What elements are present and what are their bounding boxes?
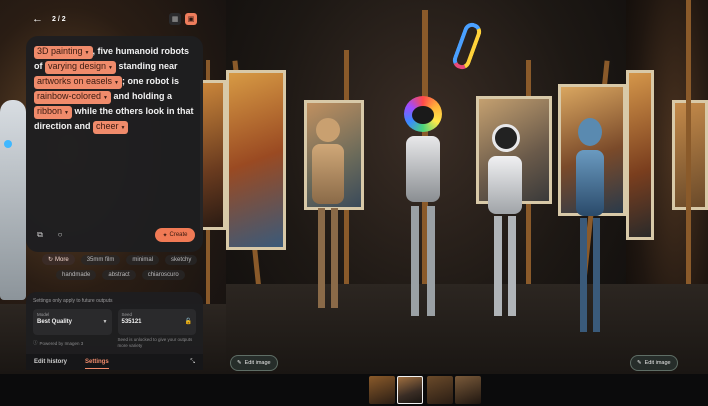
info-icon: ⓘ <box>33 340 38 345</box>
thumbnail[interactable] <box>455 376 481 404</box>
create-button[interactable]: ✦ Create <box>155 228 195 242</box>
prompt-text[interactable]: 3D painting ▼, five humanoid robots of va… <box>34 44 195 134</box>
powered-by: ⓘ Powered by Imagen 3 <box>33 340 84 346</box>
edit-icon: ✎ <box>237 360 242 366</box>
image-counter: 2 / 2 <box>52 15 66 23</box>
style-chip[interactable]: 35mm film <box>80 254 121 265</box>
next-image[interactable]: ✎ Edit image <box>626 0 708 374</box>
more-styles-button[interactable]: ↻ More <box>42 254 75 265</box>
chevron-down-icon: ▼ <box>84 50 90 56</box>
robot-rainbow <box>398 96 448 322</box>
copy-icon[interactable]: ⧉ <box>35 230 45 240</box>
seed-field[interactable]: Seed 535121 🔓 <box>117 309 196 335</box>
edit-image-button-next[interactable]: ✎ Edit image <box>630 355 678 371</box>
model-select[interactable]: Model Best Quality ▼ <box>33 309 112 335</box>
back-arrow-icon[interactable]: ← <box>32 13 44 25</box>
style-chip[interactable]: sketchy <box>165 254 198 265</box>
filmstrip <box>0 374 708 406</box>
robot-gold <box>306 118 350 314</box>
grid-view-icon[interactable]: ▦ <box>169 13 181 25</box>
edit-image-button-main[interactable]: ✎ Edit image <box>230 355 278 371</box>
unlock-icon[interactable]: 🔓 <box>185 318 192 325</box>
prompt-text-segment: standing near <box>116 61 178 71</box>
style-chip[interactable]: handmade <box>56 270 97 280</box>
chevron-down-icon: ▼ <box>108 65 113 71</box>
style-chip[interactable]: minimal <box>126 254 160 265</box>
thumbnail-selected[interactable] <box>397 376 423 404</box>
settings-note: Settings only apply to future outputs <box>33 298 113 304</box>
chevron-down-icon: ▼ <box>102 319 108 325</box>
sparkle-icon: ✦ <box>162 232 168 239</box>
style-suggestions: ↻ More 35mm film minimal sketchy handmad… <box>42 254 202 285</box>
prompt-card: 3D painting ▼, five humanoid robots of va… <box>26 36 203 252</box>
main-image[interactable]: ✎ Edit image <box>226 0 626 374</box>
chevron-down-icon: ▼ <box>103 95 108 101</box>
panel-header: ← 2 / 2 ▦ ▣ <box>26 8 203 30</box>
prompt-chip[interactable]: rainbow-colored ▼ <box>34 91 111 104</box>
robot-white <box>482 124 528 320</box>
thumbnail[interactable] <box>427 376 453 404</box>
chevron-down-icon: ▼ <box>114 80 119 86</box>
compare-view-icon[interactable]: ▣ <box>185 13 197 25</box>
panel-tabs: Edit history Settings ⤡ <box>26 354 203 370</box>
reset-icon[interactable]: ○ <box>55 230 65 240</box>
prompt-chip[interactable]: artworks on easels ▼ <box>34 76 122 89</box>
chevron-down-icon: ▼ <box>120 125 126 131</box>
tab-settings[interactable]: Settings <box>85 359 109 369</box>
prompt-chip[interactable]: cheer ▼ <box>93 121 129 134</box>
tab-edit-history[interactable]: Edit history <box>34 359 67 365</box>
style-chip[interactable]: chiaroscuro <box>141 270 185 280</box>
edit-icon: ✎ <box>637 360 642 366</box>
collapse-icon[interactable]: ⤡ <box>190 359 195 366</box>
thumbnail[interactable] <box>369 376 395 404</box>
prompt-chip[interactable]: varying design ▼ <box>45 61 116 74</box>
prompt-chip[interactable]: 3D painting ▼ <box>34 46 93 59</box>
chevron-down-icon: ▼ <box>64 110 69 116</box>
prompt-panel: ← 2 / 2 ▦ ▣ 3D painting ▼, five humanoid … <box>26 8 203 370</box>
style-chip[interactable]: abstract <box>102 270 136 280</box>
image-viewer: ✎ Edit image ✎ Edit image ← 2 / 2 ▦ ▣ 3D… <box>0 0 708 374</box>
seed-note: Seed is unlocked to give your outputs mo… <box>117 337 193 348</box>
prompt-text-segment: ; one robot is <box>122 76 179 86</box>
robot-blue <box>570 118 610 338</box>
prompt-text-segment: and holding a <box>111 91 173 101</box>
refresh-icon: ↻ <box>48 257 54 263</box>
prompt-chip[interactable]: ribbon ▼ <box>34 106 72 119</box>
